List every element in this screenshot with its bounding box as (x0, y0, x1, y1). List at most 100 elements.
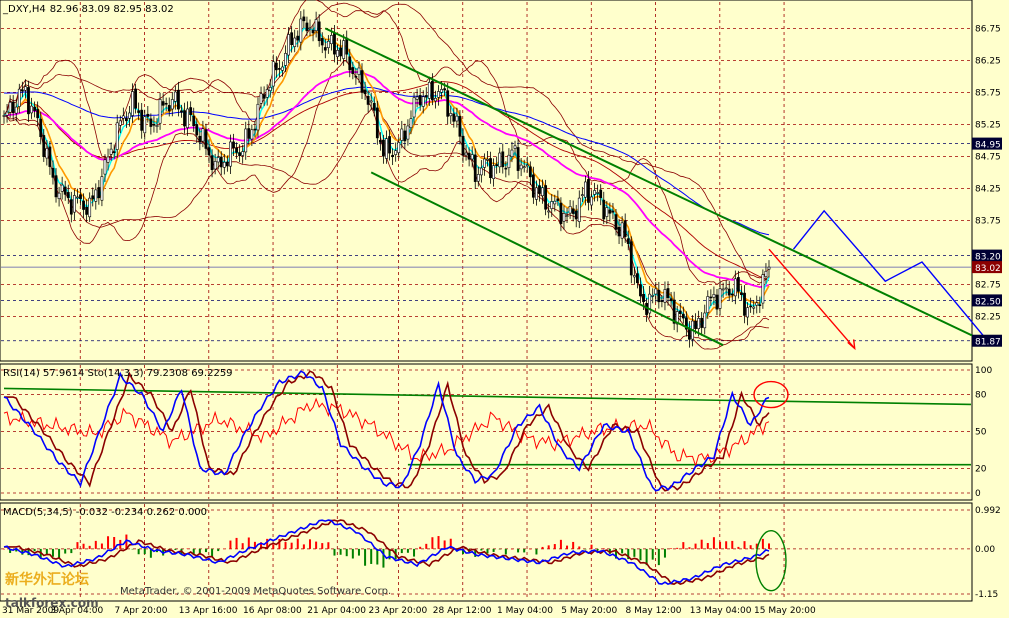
candle (709, 296, 713, 299)
macd-histogram-bar (743, 541, 746, 549)
macd-histogram-bar (596, 548, 599, 551)
time-label: 13 Apr 16:00 (179, 606, 238, 616)
forex-chart[interactable]: 86.75 86.25 85.75 85.25 84.75 84.25 83.75 82.75… (0, 0, 1009, 618)
macd-histogram-bar (621, 548, 624, 554)
time-label: 16 Apr 08:00 (243, 606, 302, 616)
macd-histogram-bar (700, 539, 703, 549)
candle (192, 115, 196, 127)
macd-histogram-bar (3, 548, 5, 550)
candle (30, 105, 33, 114)
candle (746, 307, 749, 318)
macd-histogram-bar (480, 548, 483, 551)
price-tick-label: 84.25 (975, 184, 1001, 194)
candle (688, 329, 691, 340)
macd-panel-title: MACD(5,34,5) -0.032 -0.234 0.262 0.000 (3, 507, 207, 518)
candle (544, 185, 548, 210)
candle (360, 70, 364, 93)
candle (513, 145, 517, 149)
candle (599, 189, 603, 198)
candle (201, 128, 205, 142)
candle (88, 197, 92, 218)
candle (562, 213, 566, 222)
macd-histogram-bar (211, 548, 214, 557)
candle (42, 135, 46, 157)
macd-histogram-bar (70, 548, 73, 554)
candle (11, 101, 15, 114)
macd-histogram-bar (663, 548, 666, 558)
candle (256, 103, 260, 131)
macd-histogram-bar (431, 537, 434, 549)
candle (556, 198, 560, 201)
candle (550, 201, 554, 209)
price-axis: 86.75 86.25 85.75 85.25 84.75 84.25 83.75 82.75… (972, 24, 1002, 600)
macd-histogram-bar (364, 548, 367, 566)
candle (602, 199, 606, 220)
macd-histogram-bar (235, 537, 238, 549)
macd-histogram-bar (584, 548, 587, 550)
candle (455, 115, 459, 122)
macd-histogram-bar (131, 548, 134, 550)
candle (577, 197, 581, 222)
price-panel-title: _DXY,H4 82.96 83.09 82.95 83.02 (2, 4, 174, 15)
time-label: 21 Apr 04:00 (307, 606, 366, 616)
candle (639, 284, 642, 297)
candle (678, 310, 682, 314)
candle (271, 61, 275, 87)
candle (170, 99, 174, 110)
candle (617, 226, 621, 237)
candle (470, 154, 474, 160)
osc-tick-label: 80 (975, 391, 987, 401)
candle (48, 146, 52, 167)
macd-histogram-bar (547, 545, 550, 549)
macd-histogram-bar (290, 542, 293, 549)
oscillator-panel[interactable] (0, 363, 973, 501)
candle (235, 147, 238, 153)
candle (614, 214, 618, 230)
candle (553, 200, 557, 205)
time-label: 7 Apr 20:00 (115, 606, 168, 616)
candle (660, 300, 664, 302)
macd-histogram-bar (174, 548, 177, 550)
candle (706, 296, 710, 313)
candle (186, 108, 190, 128)
candle (115, 122, 119, 150)
macd-histogram-bar (590, 544, 593, 549)
candle (372, 103, 376, 111)
candle (348, 56, 352, 71)
candle (125, 118, 128, 122)
price-tick-label: 85.25 (975, 120, 1001, 130)
price-tag-label: 81.87 (975, 338, 1001, 348)
candle (730, 293, 734, 296)
candle (541, 187, 544, 197)
price-panel[interactable] (0, 0, 973, 362)
macd-histogram-bar (217, 548, 220, 552)
candle (483, 158, 486, 168)
candle (559, 202, 563, 225)
candle (54, 175, 58, 198)
candle (265, 89, 269, 98)
macd-histogram-bar (602, 548, 605, 549)
candle (492, 165, 496, 179)
candle (164, 102, 168, 105)
candle (189, 107, 193, 116)
candle (326, 40, 330, 49)
candle (137, 110, 141, 113)
macd-histogram-bar (712, 537, 715, 549)
candle (565, 215, 569, 217)
candle (583, 181, 587, 198)
candle (385, 138, 388, 159)
candle (345, 37, 349, 55)
macd-histogram-bar (504, 548, 507, 555)
candle (173, 91, 177, 102)
candle (596, 192, 600, 194)
candle (626, 238, 630, 244)
candle (430, 80, 434, 101)
candle (140, 109, 144, 131)
candle (287, 34, 290, 56)
candle (167, 105, 171, 112)
candle (547, 210, 551, 213)
candle (161, 101, 165, 106)
candle (608, 209, 612, 214)
macd-histogram-bar (559, 539, 562, 549)
macd-histogram-bar (688, 547, 691, 549)
